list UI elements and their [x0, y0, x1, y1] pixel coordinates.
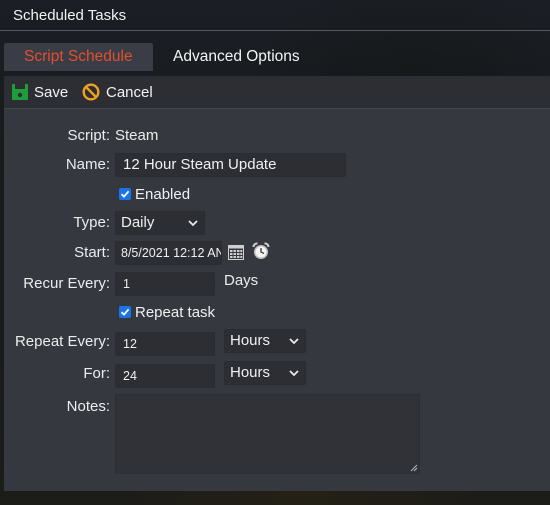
type-value: Daily — [121, 214, 155, 231]
start-label: Start: — [74, 244, 110, 261]
script-schedule-panel: Save Cancel Script: Steam Update Name: 1… — [4, 76, 550, 491]
tab-advanced-options[interactable]: Advanced Options — [153, 43, 320, 71]
type-select[interactable]: Daily — [115, 211, 205, 235]
for-duration-input[interactable]: 24 — [115, 364, 215, 388]
repeat-task-label: Repeat task — [135, 303, 216, 321]
title-bar: Scheduled Tasks — [0, 0, 550, 31]
save-label: Save — [34, 83, 69, 101]
repeat-every-label: Repeat Every: — [14, 333, 110, 350]
start-datetime-input[interactable]: 8/5/2021 12:12 AN — [115, 241, 222, 265]
enabled-label: Enabled — [135, 185, 191, 203]
alarm-clock-icon[interactable] — [252, 242, 270, 260]
repeat-every-unit-value: Hours — [230, 332, 271, 349]
calendar-icon[interactable] — [228, 245, 244, 260]
chevron-down-icon — [188, 220, 198, 227]
name-input[interactable]: 12 Hour Steam Update — [115, 153, 346, 177]
checkbox-checked-icon — [119, 306, 131, 318]
type-label: Type: — [73, 214, 110, 231]
no-entry-icon — [82, 83, 100, 101]
for-label: For: — [83, 365, 110, 382]
script-label: Script: — [67, 127, 110, 144]
tab-script-schedule[interactable]: Script Schedule — [4, 43, 153, 71]
save-button[interactable]: Save — [12, 82, 68, 102]
toolbar: Save Cancel — [4, 76, 550, 109]
chevron-down-icon — [289, 338, 299, 345]
checkbox-checked-icon — [119, 188, 131, 200]
name-label: Name: — [65, 156, 110, 173]
chevron-down-icon — [289, 370, 299, 377]
notes-label: Notes: — [66, 398, 110, 415]
floppy-disk-icon — [12, 84, 28, 100]
repeat-task-checkbox[interactable]: Repeat task — [119, 301, 215, 323]
repeat-every-input[interactable]: 12 — [115, 332, 215, 356]
recur-unit-label: Days — [224, 272, 259, 289]
cancel-button[interactable]: Cancel — [82, 82, 153, 102]
recur-every-input[interactable]: 1 — [115, 272, 215, 296]
for-unit-value: Hours — [230, 364, 271, 381]
for-unit-select[interactable]: Hours — [224, 361, 306, 385]
enabled-checkbox[interactable]: Enabled — [119, 183, 190, 205]
resize-grip-icon[interactable] — [410, 464, 418, 472]
notes-textarea[interactable] — [115, 394, 420, 474]
cancel-label: Cancel — [106, 83, 153, 101]
window-title: Scheduled Tasks — [13, 7, 127, 24]
recur-label: Recur Every: — [23, 275, 110, 292]
repeat-every-unit-select[interactable]: Hours — [224, 329, 306, 353]
